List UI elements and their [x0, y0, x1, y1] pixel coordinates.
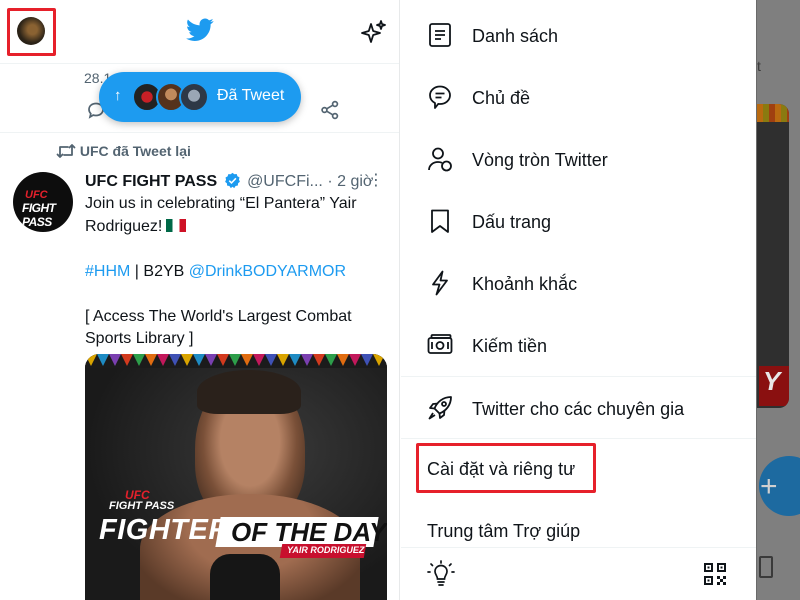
- new-tweets-label: Đã Tweet: [217, 87, 285, 104]
- tweet-text-spacer: [85, 238, 385, 261]
- background-image-text: Y: [763, 366, 781, 396]
- monetization-icon: [427, 334, 453, 354]
- author-handle[interactable]: @UFCFi...: [247, 173, 323, 190]
- menu-item-lists[interactable]: Danh sách: [401, 4, 756, 64]
- plus-icon: +: [760, 470, 778, 503]
- tweet-text-line: Sports Library ]: [85, 330, 194, 347]
- tweet-media-image[interactable]: UFC FIGHT PASS FIGHTER OF THE DAY YAIR R…: [85, 354, 387, 600]
- menu-item-help-center[interactable]: Trung tâm Trợ giúp: [427, 521, 580, 542]
- profile-avatar-highlight: [7, 8, 56, 56]
- tweet-text-spacer: [85, 283, 385, 306]
- menu-item-label: Vòng tròn Twitter: [472, 150, 608, 170]
- menu-item-bookmarks[interactable]: Dấu trang: [401, 190, 756, 250]
- twitter-circle-icon: [428, 147, 452, 172]
- menu-item-label: Danh sách: [472, 26, 559, 46]
- moments-icon: [432, 270, 448, 296]
- tweet-header: UFC FIGHT PASS @UFCFi... · 2 giờ ⋮: [85, 172, 395, 194]
- menu-item-moments[interactable]: Khoảnh khắc: [401, 252, 756, 312]
- sparkle-icon[interactable]: [358, 18, 388, 48]
- side-drawer-menu: Danh sách Chủ đề Vòng tròn Twitter Dấu t…: [401, 0, 756, 600]
- bookmark-icon: [431, 209, 449, 233]
- divider: [401, 438, 756, 439]
- menu-item-twitter-circle[interactable]: Vòng tròn Twitter: [401, 128, 756, 188]
- menu-item-label: Khoảnh khắc: [472, 274, 578, 294]
- list-icon: [429, 23, 451, 47]
- background-icon: [759, 556, 773, 578]
- feed-top-bar: [0, 0, 399, 64]
- menu-item-topics[interactable]: Chủ đề: [401, 66, 756, 126]
- rocket-icon: [428, 396, 452, 420]
- profile-avatar-button[interactable]: [17, 17, 45, 45]
- separator-dot: ·: [327, 173, 333, 190]
- qr-code-icon[interactable]: [703, 562, 727, 586]
- arrow-up-icon: ↑: [114, 87, 122, 104]
- decorative-banner: [85, 354, 387, 368]
- media-subline: YAIR RODRIGUEZ: [287, 545, 365, 555]
- menu-item-label: Kiếm tiền: [472, 336, 548, 356]
- background-overlay[interactable]: t Y +: [756, 0, 800, 600]
- retweet-context-text: UFC đã Tweet lại: [79, 143, 191, 159]
- menu-item-label: Chủ đề: [472, 88, 531, 108]
- tweet-text-line: #HHM | B2YB @DrinkBODYARMOR: [85, 261, 385, 284]
- tweet-text-fragment: Rodriguez!: [85, 217, 163, 235]
- settings-highlight-annotation: [416, 443, 596, 493]
- mention-link[interactable]: @DrinkBODYARMOR: [189, 263, 346, 280]
- fighter-glove: [210, 554, 280, 600]
- author-name[interactable]: UFC FIGHT PASS: [85, 173, 217, 190]
- avatar-logo-subtext: FIGHT PASS: [22, 201, 56, 229]
- lightbulb-icon[interactable]: [427, 560, 455, 588]
- home-feed: 28.1 ↑ Đã Tweet UFC đã Tweet lại UFC FIG…: [0, 0, 400, 600]
- author-avatar[interactable]: UFC FIGHT PASS: [13, 172, 73, 232]
- avatar-logo-text: UFC: [25, 189, 48, 201]
- mexico-flag-icon: [166, 218, 187, 232]
- pill-avatar: [179, 82, 209, 112]
- menu-item-professional[interactable]: Twitter cho các chuyên gia: [401, 377, 756, 437]
- media-brand-sub: FIGHT PASS: [109, 500, 175, 512]
- tweet-text-line: Join us in celebrating “El Pantera” Yair: [85, 195, 357, 212]
- twitter-bird-icon[interactable]: [186, 18, 214, 42]
- retweet-icon: [56, 144, 76, 158]
- background-image: Y: [757, 104, 789, 408]
- tweet-text-fragment: | B2YB: [130, 262, 189, 280]
- tweet-text-line: Rodriguez!: [85, 216, 385, 239]
- background-image-banner: [757, 104, 789, 122]
- drawer-bottom-bar: [401, 547, 756, 600]
- menu-item-label: Twitter cho các chuyên gia: [472, 399, 685, 419]
- tweet-text: Join us in celebrating “El Pantera” Yair…: [85, 193, 385, 351]
- menu-item-label: Dấu trang: [472, 212, 552, 232]
- tweet-text-line: [ Access The World's Largest Combat: [85, 307, 352, 325]
- topics-icon: [429, 85, 451, 109]
- verified-badge-icon: [224, 172, 240, 189]
- retweet-context: UFC đã Tweet lại: [56, 143, 191, 159]
- fighter-hair: [197, 370, 301, 414]
- divider: [0, 132, 399, 133]
- media-headline-left: FIGHTER: [99, 514, 230, 546]
- background-text: t: [757, 58, 761, 74]
- share-icon[interactable]: [320, 100, 340, 120]
- hashtag-link[interactable]: #HHM: [85, 263, 130, 280]
- menu-item-monetization[interactable]: Kiếm tiền: [401, 314, 756, 374]
- new-tweets-pill[interactable]: ↑ Đã Tweet: [99, 72, 301, 122]
- more-options-icon[interactable]: ⋮: [368, 170, 384, 190]
